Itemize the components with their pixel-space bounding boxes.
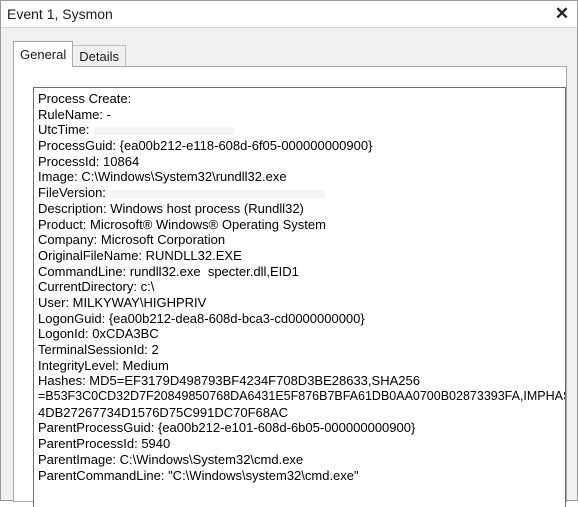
event-line-processguid: ProcessGuid: {ea00b212-e118-608d-6f05-00… [38,138,373,154]
event-line-currentdirectory: CurrentDirectory: c:\ [38,279,155,295]
event-line-terminalsessionid: TerminalSessionId: 2 [38,342,159,357]
event-line-utctime-text: UtcTime: [38,122,90,138]
event-line-parentprocessid: ParentProcessId: 5940 [38,436,171,452]
event-line-header: Process Create: [38,91,132,106]
window-title: Event 1, Sysmon [7,6,113,22]
tab-general[interactable]: General [13,41,74,67]
event-line-commandline: CommandLine: rundll32.exe specter.dll,EI… [38,263,299,279]
event-line-parentimage: ParentImage: C:\Windows\System32\cmd.exe [38,451,304,467]
event-line-logonid: LogonId: 0xCDA3BC [38,326,159,342]
event-description-textbox[interactable]: Process Create: RuleName: - UtcTime: Pro… [33,87,566,507]
event-line-processid: ProcessId: 10864 [38,153,140,169]
event-properties-window: Event 1, Sysmon ✕ General Details Proces… [0,0,578,507]
event-line-logonguid: LogonGuid: {ea00b212-dea8-608d-bca3-cd00… [38,310,365,326]
event-line-integritylevel: IntegrityLevel: Medium [38,357,169,373]
redacted-value [93,126,234,135]
event-line-user: User: MILKYWAY\HIGHPRIV [38,294,207,310]
tab-details[interactable]: Details [72,45,126,67]
event-line-product: Product: Microsoft® Windows® Operating S… [38,216,326,232]
event-line-parentcommandline: ParentCommandLine: "C:\Windows\system32\… [38,467,359,483]
event-line-fileversion-text: FileVersion: [38,185,106,201]
event-line-parentprocessguid: ParentProcessGuid: {ea00b212-e101-608d-6… [38,420,416,436]
event-line-company: Company: Microsoft Corporation [38,232,226,248]
event-line-rulename: RuleName: - [38,106,111,122]
tab-strip: General Details [13,41,126,67]
event-line-image: Image: C:\Windows\System32\rundll32.exe [38,169,287,185]
event-lines: Process Create: RuleName: - UtcTime: Pro… [38,91,566,483]
event-line-hashes-sha256: =B53F3C0CD32D7F20849850768DA6431E5F876B7… [38,389,566,404]
redacted-value [109,189,325,198]
general-tab-panel: Process Create: RuleName: - UtcTime: Pro… [13,66,567,507]
event-line-utctime: UtcTime: [38,122,565,138]
event-line-fileversion: FileVersion: [38,185,565,201]
event-line-hashes: Hashes: MD5=EF3179D498793BF4234F708D3BE2… [38,373,420,389]
event-line-originalfilename: OriginalFileName: RUNDLL32.EXE [38,247,242,263]
title-bar[interactable]: Event 1, Sysmon ✕ [1,1,577,28]
close-icon[interactable]: ✕ [551,3,573,25]
event-line-description: Description: Windows host process (Rundl… [38,200,304,216]
event-line-hashes-imphash: 4DB27267734D1576D75C991DC70F68AC [38,404,289,420]
